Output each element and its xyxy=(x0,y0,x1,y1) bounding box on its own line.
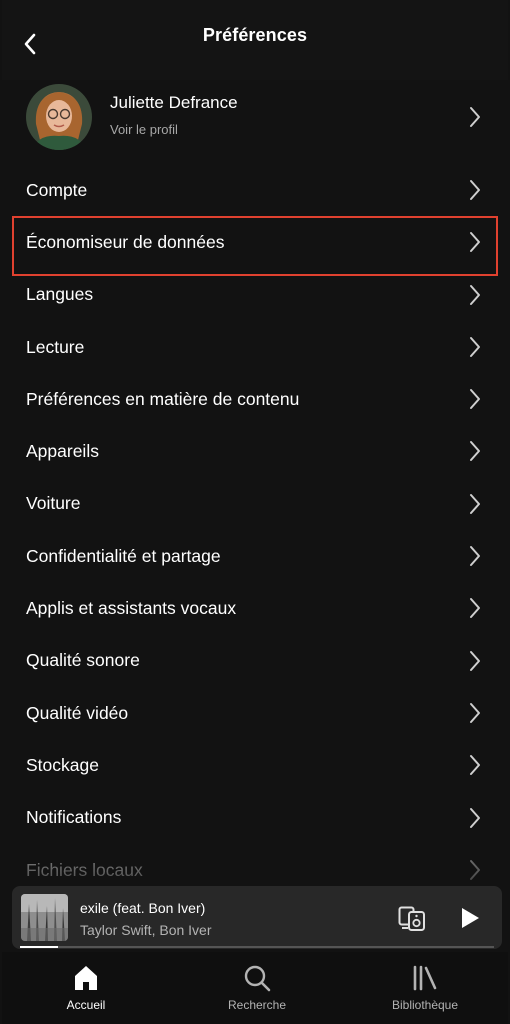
home-icon xyxy=(75,966,97,990)
chevron-right-icon xyxy=(470,702,480,723)
chevron-right-icon xyxy=(470,650,480,671)
menu-item-voiture[interactable]: Voiture xyxy=(2,478,508,530)
menu-item-label: Fichiers locaux xyxy=(26,859,143,880)
header: Préférences xyxy=(2,0,508,80)
menu-item-compte[interactable]: Compte xyxy=(2,164,508,216)
play-button[interactable] xyxy=(458,906,482,930)
chevron-right-icon xyxy=(470,493,480,514)
menu-item-label: Lecture xyxy=(26,336,85,357)
mini-player[interactable]: exile (feat. Bon Iver) Taylor Swift, Bon… xyxy=(12,886,502,949)
menu-item-label: Applis et assistants vocaux xyxy=(26,598,237,619)
chevron-right-icon xyxy=(470,441,480,462)
page-title: Préférences xyxy=(202,24,308,45)
menu-item-label: Qualité sonore xyxy=(26,650,140,671)
chevron-right-icon xyxy=(470,232,480,253)
menu-item-label: Stockage xyxy=(26,754,99,775)
menu-item-confidentialite[interactable]: Confidentialité et partage xyxy=(2,530,508,582)
menu-item-label: Compte xyxy=(26,179,88,200)
chevron-right-icon xyxy=(470,284,480,305)
menu-item-economiseur-de-donnees[interactable]: Économiseur de données xyxy=(2,216,508,268)
menu-item-label: Appareils xyxy=(26,441,99,462)
settings-screen: Préférences Juliette Defrance Voir le pr… xyxy=(2,0,508,1024)
search-icon xyxy=(244,965,271,992)
nav-home[interactable]: Accueil xyxy=(26,964,146,1012)
connect-devices-button[interactable] xyxy=(398,906,428,932)
nav-label: Accueil xyxy=(66,998,106,1012)
devices-icon xyxy=(398,906,425,931)
nav-label: Recherche xyxy=(227,998,287,1012)
menu-item-label: Confidentialité et partage xyxy=(26,545,221,566)
chevron-right-icon xyxy=(470,807,480,828)
library-icon xyxy=(413,965,437,991)
chevron-right-icon xyxy=(470,180,480,200)
menu-item-stockage[interactable]: Stockage xyxy=(2,739,508,791)
bottom-nav: Accueil Recherche Bibliothèque xyxy=(2,952,508,1024)
chevron-right-icon xyxy=(470,389,480,410)
menu-item-label: Notifications xyxy=(26,807,122,828)
profile-row[interactable]: Juliette Defrance Voir le profil xyxy=(2,82,508,154)
chevron-right-icon xyxy=(470,755,480,776)
menu-item-preferences-contenu[interactable]: Préférences en matière de contenu xyxy=(2,373,508,425)
track-title: exile (feat. Bon Iver) xyxy=(80,900,206,916)
album-art xyxy=(21,894,68,941)
menu-item-label: Voiture xyxy=(26,493,81,514)
play-icon xyxy=(462,908,479,928)
chevron-right-icon xyxy=(470,859,480,880)
playback-progress[interactable] xyxy=(20,946,494,948)
chevron-right-icon xyxy=(470,336,480,357)
chevron-right-icon xyxy=(470,107,480,127)
back-button[interactable] xyxy=(14,28,46,60)
menu-item-langues[interactable]: Langues xyxy=(2,269,508,321)
menu-item-notifications[interactable]: Notifications xyxy=(2,792,508,844)
track-artist: Taylor Swift, Bon Iver xyxy=(80,922,212,938)
menu-item-qualite-video[interactable]: Qualité vidéo xyxy=(2,687,508,739)
menu-item-label: Langues xyxy=(26,284,94,305)
menu-item-applis-assistants[interactable]: Applis et assistants vocaux xyxy=(2,582,508,634)
menu-item-appareils[interactable]: Appareils xyxy=(2,425,508,477)
menu-item-label: Préférences en matière de contenu xyxy=(26,388,300,409)
avatar xyxy=(26,84,92,150)
profile-name: Juliette Defrance xyxy=(110,93,238,112)
progress-fill xyxy=(20,946,58,948)
menu-item-label: Économiseur de données xyxy=(26,231,225,252)
menu-item-lecture[interactable]: Lecture xyxy=(2,321,508,373)
chevron-left-icon xyxy=(24,33,36,55)
menu-item-label: Qualité vidéo xyxy=(26,702,129,723)
settings-menu: Compte Économiseur de données Langues Le… xyxy=(2,164,508,896)
profile-subtitle: Voir le profil xyxy=(110,122,178,137)
chevron-right-icon xyxy=(470,546,480,567)
nav-label: Bibliothèque xyxy=(391,998,459,1012)
chevron-right-icon xyxy=(470,598,480,619)
menu-item-qualite-sonore[interactable]: Qualité sonore xyxy=(2,635,508,687)
nav-search[interactable]: Recherche xyxy=(197,964,317,1012)
nav-library[interactable]: Bibliothèque xyxy=(365,964,485,1012)
